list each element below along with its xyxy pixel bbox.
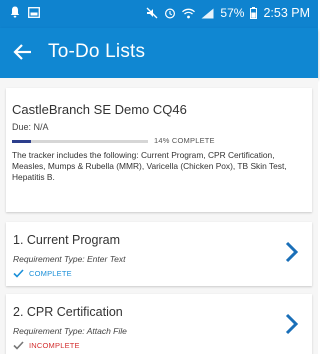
back-arrow-icon[interactable] (10, 39, 36, 65)
progress-bar-fill (12, 140, 32, 143)
requirement-status: INCOMPLETE (13, 341, 80, 350)
app-bar: To-Do Lists (0, 28, 318, 78)
page-title: To-Do Lists (48, 41, 146, 62)
checkmark-icon (13, 269, 24, 278)
alarm-icon (165, 8, 176, 19)
requirement-item-current-program[interactable]: 1. Current Program Requirement Type: Ent… (6, 222, 312, 286)
battery-icon (250, 7, 258, 19)
notification-bell-icon (10, 6, 20, 18)
progress-bar (12, 140, 148, 143)
image-notification-icon (28, 6, 40, 18)
requirement-title: 1. Current Program (13, 233, 120, 247)
todo-list: CastleBranch SE Demo CQ46 Due: N/A 14% C… (0, 78, 318, 354)
wifi-icon (182, 8, 196, 18)
tracker-description: The tracker includes the following: Curr… (12, 150, 287, 182)
system-status: 57% 2:53 PM (146, 6, 310, 20)
tracker-summary-card: CastleBranch SE Demo CQ46 Due: N/A 14% C… (6, 88, 312, 212)
tracker-due-date: Due: N/A (12, 122, 49, 132)
requirement-type: Requirement Type: Attach File (13, 326, 127, 336)
status-incomplete-label: INCOMPLETE (29, 341, 80, 350)
mute-icon (146, 7, 158, 19)
requirement-item-cpr-certification[interactable]: 2. CPR Certification Requirement Type: A… (6, 294, 312, 354)
chevron-right-icon[interactable] (284, 240, 300, 264)
clock: 2:53 PM (263, 6, 310, 20)
status-bar: 57% 2:53 PM (0, 0, 318, 28)
signal-icon (201, 8, 214, 18)
checkmark-icon (13, 341, 24, 350)
chevron-right-icon[interactable] (284, 312, 300, 336)
battery-percent: 57% (220, 6, 245, 20)
notification-icons (10, 6, 40, 18)
requirement-title: 2. CPR Certification (13, 305, 123, 319)
status-complete-label: COMPLETE (29, 269, 72, 278)
progress-label: 14% COMPLETE (154, 136, 215, 145)
requirement-type: Requirement Type: Enter Text (13, 254, 126, 264)
requirement-status: COMPLETE (13, 269, 72, 278)
tracker-name: CastleBranch SE Demo CQ46 (12, 102, 187, 117)
